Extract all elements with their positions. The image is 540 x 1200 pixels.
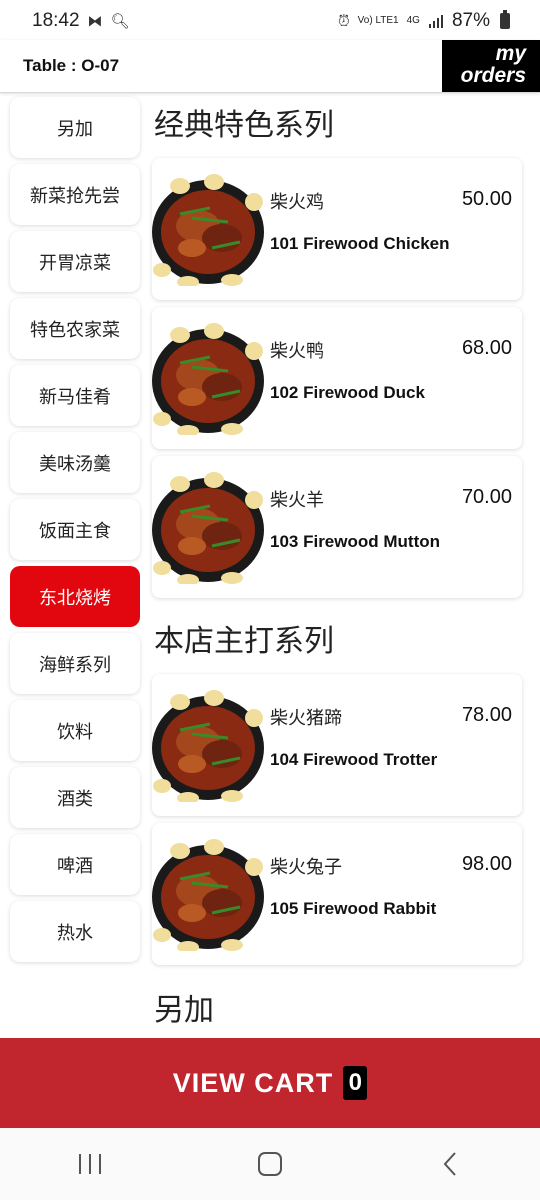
category-item[interactable]: 特色农家菜 xyxy=(10,298,140,359)
menu-item-card[interactable]: 柴火兔子 98.00 105 Firewood Rabbit xyxy=(152,823,522,965)
category-item[interactable]: 开胃凉菜 xyxy=(10,231,140,292)
item-name-en: 101 Firewood Chicken xyxy=(270,234,450,253)
alarm-icon: ⏰︎ xyxy=(337,12,350,30)
item-name-cn: 柴火鸡 xyxy=(270,192,324,212)
menu-item-card[interactable]: 柴火鸡 50.00 101 Firewood Chicken xyxy=(152,158,522,300)
item-price: 68.00 xyxy=(461,337,512,359)
category-item[interactable]: 美味汤羹 xyxy=(10,432,140,493)
link-icon: ⧓ xyxy=(87,13,103,30)
menu-content: 经典特色系列 柴火鸡 50.00 101 Firewood Chicken 柴火… xyxy=(152,92,524,1043)
menu-item-card[interactable]: 柴火鸭 68.00 102 Firewood Duck xyxy=(152,307,522,449)
status-bar: 18:42 ⧓ 🔍︎ ⏰︎ Vo) LTE1 4G 87% xyxy=(0,0,540,42)
category-item[interactable]: 热水 xyxy=(10,901,140,962)
cart-count-badge: 0 xyxy=(343,1066,368,1100)
item-price: 70.00 xyxy=(461,486,512,508)
category-label: 新菜抢先尝 xyxy=(30,185,120,206)
item-name-en: 103 Firewood Mutton xyxy=(270,532,440,551)
home-button[interactable] xyxy=(240,1144,300,1184)
item-price: 78.00 xyxy=(461,704,512,726)
item-name-cn: 柴火羊 xyxy=(270,490,324,510)
dish-image xyxy=(152,837,264,951)
category-label: 海鲜系列 xyxy=(39,654,111,675)
my-orders-button[interactable]: my orders xyxy=(442,40,540,92)
section-title: 经典特色系列 xyxy=(154,109,334,142)
recent-apps-icon xyxy=(79,1154,101,1174)
table-label: Table : O-07 xyxy=(23,56,120,75)
back-button[interactable] xyxy=(420,1144,480,1184)
category-item[interactable]: 新菜抢先尝 xyxy=(10,164,140,225)
dish-image xyxy=(152,688,264,802)
section-title: 本店主打系列 xyxy=(154,625,334,658)
view-cart-label: VIEW CART xyxy=(172,1067,334,1098)
category-item[interactable]: 另加 xyxy=(10,97,140,158)
volte-indicator: Vo) LTE1 xyxy=(357,15,399,26)
search-notification-icon: 🔍︎ xyxy=(110,13,130,30)
category-item[interactable]: 海鲜系列 xyxy=(10,633,140,694)
home-icon xyxy=(258,1152,282,1176)
category-label: 另加 xyxy=(57,118,93,139)
battery-percent: 87% xyxy=(451,10,490,31)
status-time: 18:42 xyxy=(32,10,80,31)
recent-apps-button[interactable] xyxy=(60,1144,120,1184)
item-name-en: 104 Firewood Trotter xyxy=(270,750,438,769)
category-item[interactable]: 饮料 xyxy=(10,700,140,761)
item-name-cn: 柴火兔子 xyxy=(270,857,342,877)
system-nav-bar xyxy=(0,1128,540,1200)
item-name-cn: 柴火猪蹄 xyxy=(270,708,342,728)
category-label: 东北烧烤 xyxy=(39,587,111,608)
back-icon xyxy=(443,1152,456,1176)
top-bar: Table : O-07 my orders xyxy=(0,40,540,93)
category-item-active[interactable]: 东北烧烤 xyxy=(10,566,140,627)
menu-item-card[interactable]: 柴火猪蹄 78.00 104 Firewood Trotter xyxy=(152,674,522,816)
my-orders-line2: orders xyxy=(460,64,526,87)
item-price: 50.00 xyxy=(461,188,512,210)
category-item[interactable]: 酒类 xyxy=(10,767,140,828)
item-name-en: 102 Firewood Duck xyxy=(270,383,425,402)
category-item[interactable]: 饭面主食 xyxy=(10,499,140,560)
category-label: 特色农家菜 xyxy=(30,319,120,340)
item-price: 98.00 xyxy=(461,853,512,875)
section-title: 另加 xyxy=(154,994,214,1027)
category-label: 酒类 xyxy=(57,788,93,809)
category-item[interactable]: 啤酒 xyxy=(10,834,140,895)
category-label: 新马佳肴 xyxy=(39,386,111,407)
category-item[interactable]: 新马佳肴 xyxy=(10,365,140,426)
view-cart-button[interactable]: VIEW CART 0 xyxy=(0,1038,540,1128)
dish-image xyxy=(152,172,264,286)
dish-image xyxy=(152,470,264,584)
category-label: 开胃凉菜 xyxy=(39,252,111,273)
item-name-en: 105 Firewood Rabbit xyxy=(270,899,437,918)
category-label: 饮料 xyxy=(57,721,93,742)
category-label: 热水 xyxy=(57,922,93,943)
dish-image xyxy=(152,321,264,435)
my-orders-line1: my xyxy=(495,42,526,65)
network-indicator: 4G xyxy=(406,15,420,26)
battery-icon xyxy=(500,10,510,29)
menu-item-card[interactable]: 柴火羊 70.00 103 Firewood Mutton xyxy=(152,456,522,598)
item-name-cn: 柴火鸭 xyxy=(270,341,324,361)
category-label: 美味汤羹 xyxy=(39,453,111,474)
signal-icon xyxy=(428,15,443,28)
category-sidebar: 另加 新菜抢先尝 开胃凉菜 特色农家菜 新马佳肴 美味汤羹 饭面主食 东北烧烤 … xyxy=(10,97,140,968)
category-label: 饭面主食 xyxy=(39,520,111,541)
category-label: 啤酒 xyxy=(57,855,93,876)
